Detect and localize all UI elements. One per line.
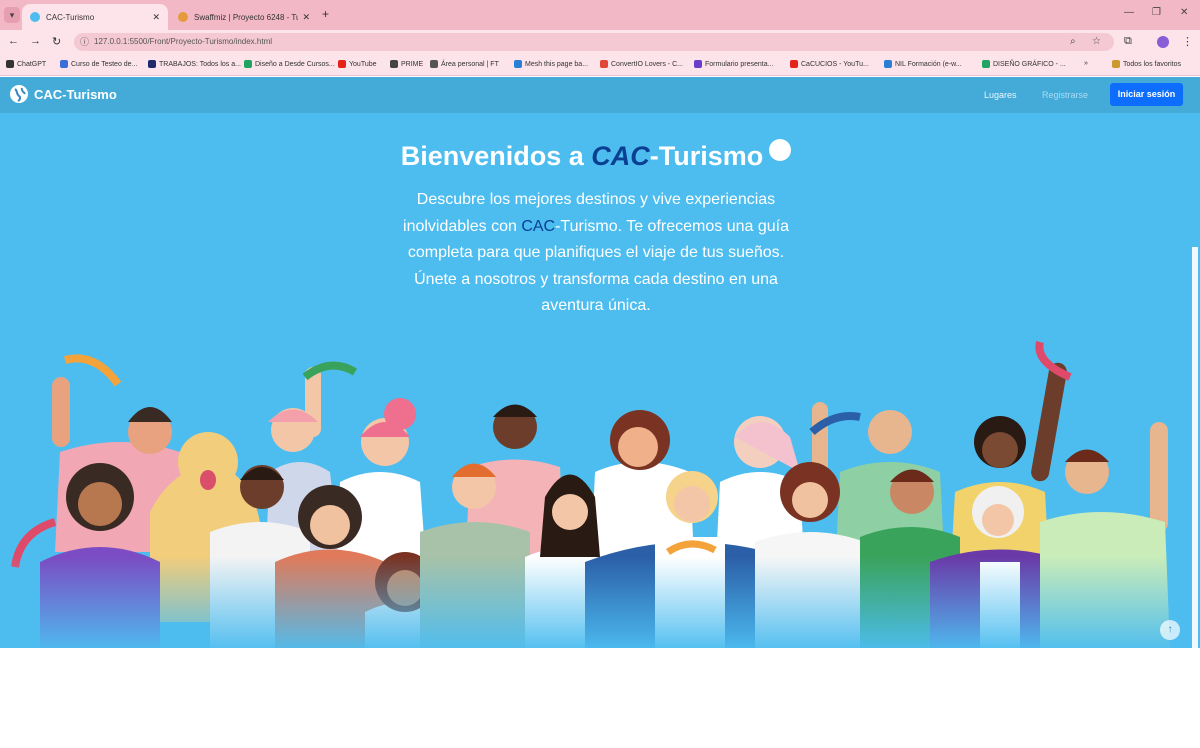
site-brand[interactable]: CAC-Turismo bbox=[10, 85, 117, 103]
bookmark-item[interactable]: NIL Formación (e-w... bbox=[884, 60, 962, 68]
brand-text: CAC-Turismo bbox=[34, 86, 117, 102]
globe-logo-icon bbox=[10, 85, 28, 103]
zoom-icon[interactable]: ⌕ bbox=[1070, 33, 1076, 51]
website-viewport: CAC-Turismo Lugares Registrarse Iniciar … bbox=[0, 77, 1200, 648]
bookmark-item[interactable]: Mesh this page ba... bbox=[514, 60, 588, 68]
profile-avatar[interactable] bbox=[1157, 36, 1169, 48]
bookmark-item[interactable]: ConvertIO Lovers - C... bbox=[600, 60, 683, 68]
reload-icon[interactable]: ↻ bbox=[52, 35, 61, 48]
login-button[interactable]: Iniciar sesión bbox=[1110, 83, 1183, 106]
bookmark-favicon-icon bbox=[514, 60, 522, 68]
bookmark-favicon-icon bbox=[390, 60, 398, 68]
bookmark-label: ChatGPT bbox=[17, 60, 47, 68]
all-bookmarks-folder[interactable]: Todos los favoritos bbox=[1112, 60, 1181, 68]
bookmark-favicon-icon bbox=[430, 60, 438, 68]
bookmark-item[interactable]: Curso de Testeo de... bbox=[60, 60, 137, 68]
bookmark-favicon-icon bbox=[982, 60, 990, 68]
all-bookmarks-label: Todos los favoritos bbox=[1123, 60, 1181, 68]
maximize-icon[interactable]: ❐ bbox=[1152, 7, 1161, 18]
bookmark-label: NIL Formación (e-w... bbox=[895, 60, 962, 68]
tab-swaffmiz[interactable]: Swaffmiz | Proyecto 6248 - Turi ✕ bbox=[170, 4, 318, 30]
crowd-illustration bbox=[0, 322, 1200, 648]
bookmark-item[interactable]: ChatGPT bbox=[6, 60, 46, 68]
close-tab-icon[interactable]: ✕ bbox=[302, 12, 310, 23]
favicon-icon bbox=[30, 12, 40, 22]
tab-cac-turismo[interactable]: CAC-Turismo ✕ bbox=[22, 4, 168, 30]
bookmark-label: TRABAJOS: Todos los a... bbox=[159, 60, 241, 68]
address-bar-row: ← → ↻ ⓘ 127.0.0.1:5500/Front/Proyecto-Tu… bbox=[0, 30, 1200, 54]
bookmark-item[interactable]: PRIME bbox=[390, 60, 423, 68]
bookmarks-bar: ChatGPT Curso de Testeo de... TRABAJOS: To… bbox=[0, 54, 1200, 76]
url-input[interactable]: ⓘ 127.0.0.1:5500/Front/Proyecto-Turismo/… bbox=[74, 33, 1114, 51]
tab-title: Swaffmiz | Proyecto 6248 - Turi bbox=[194, 12, 299, 22]
tab-search-icon[interactable]: ▾ bbox=[4, 7, 20, 23]
extensions-icon[interactable]: ⧉ bbox=[1124, 35, 1132, 48]
favicon-icon bbox=[178, 12, 188, 22]
tab-title: CAC-Turismo bbox=[46, 12, 95, 22]
bookmark-favicon-icon bbox=[600, 60, 608, 68]
bookmark-label: DISEÑO GRÁFICO - ... bbox=[993, 60, 1066, 68]
bookmark-item[interactable]: Diseño a Desde Cursos... bbox=[244, 60, 335, 68]
minimize-icon[interactable]: — bbox=[1124, 7, 1134, 18]
bookmark-favicon-icon bbox=[244, 60, 252, 68]
url-text: 127.0.0.1:5500/Front/Proyecto-Turismo/in… bbox=[94, 37, 273, 46]
bookmark-label: Mesh this page ba... bbox=[525, 60, 589, 68]
hero-title-post: -Turismo bbox=[649, 141, 764, 171]
close-window-icon[interactable]: ✕ bbox=[1180, 7, 1188, 18]
bookmark-star-icon[interactable]: ☆ bbox=[1092, 33, 1101, 51]
bookmark-label: YouTube bbox=[349, 60, 377, 68]
globe-icon bbox=[769, 139, 792, 161]
bookmark-item[interactable]: DISEÑO GRÁFICO - ... bbox=[982, 60, 1066, 68]
bookmark-favicon-icon bbox=[60, 60, 68, 68]
hero-text-accent: CAC bbox=[521, 217, 556, 235]
hero-description: Descubre los mejores destinos y vive exp… bbox=[396, 187, 796, 320]
hero-title: Bienvenidos a CAC-Turismo bbox=[0, 139, 1192, 172]
bookmark-label: CaCUCIOS - YouTu... bbox=[801, 60, 869, 68]
bookmark-favicon-icon bbox=[884, 60, 892, 68]
menu-icon[interactable]: ⋮ bbox=[1182, 35, 1193, 48]
close-tab-icon[interactable]: ✕ bbox=[152, 12, 160, 23]
bookmark-item[interactable]: CaCUCIOS - YouTu... bbox=[790, 60, 869, 68]
bookmark-label: Diseño a Desde Cursos... bbox=[255, 60, 335, 68]
bookmark-item[interactable]: TRABAJOS: Todos los a... bbox=[148, 60, 241, 68]
bookmark-label: Curso de Testeo de... bbox=[71, 60, 138, 68]
bookmark-favicon-icon bbox=[148, 60, 156, 68]
hero-title-accent: CAC bbox=[591, 141, 650, 171]
bookmark-label: ConvertIO Lovers - C... bbox=[611, 60, 683, 68]
bookmark-favicon-icon bbox=[6, 60, 14, 68]
bookmark-item[interactable]: Área personal | FT bbox=[430, 60, 499, 68]
bookmark-label: Área personal | FT bbox=[441, 60, 499, 68]
bookmark-item[interactable]: Formulario presenta... bbox=[694, 60, 773, 68]
bookmarks-overflow-icon[interactable]: » bbox=[1084, 60, 1088, 67]
scrollbar[interactable] bbox=[1192, 247, 1198, 648]
site-info-icon[interactable]: ⓘ bbox=[80, 33, 89, 51]
new-tab-icon[interactable]: + bbox=[322, 7, 329, 21]
bookmark-item[interactable]: YouTube bbox=[338, 60, 377, 68]
bookmark-favicon-icon bbox=[694, 60, 702, 68]
hero-title-pre: Bienvenidos a bbox=[400, 141, 592, 171]
nav-registrarse-link[interactable]: Registrarse bbox=[1042, 90, 1088, 100]
bookmark-label: PRIME bbox=[401, 60, 424, 68]
scroll-top-icon[interactable]: ↑ bbox=[1160, 620, 1180, 640]
bookmark-favicon-icon bbox=[790, 60, 798, 68]
folder-icon bbox=[1112, 60, 1120, 68]
back-icon[interactable]: ← bbox=[8, 35, 19, 47]
browser-tab-bar: ▾ CAC-Turismo ✕ Swaffmiz | Proyecto 6248… bbox=[0, 0, 1200, 30]
bookmark-favicon-icon bbox=[338, 60, 346, 68]
bookmark-label: Formulario presenta... bbox=[705, 60, 774, 68]
nav-lugares-link[interactable]: Lugares bbox=[984, 90, 1017, 100]
forward-icon[interactable]: → bbox=[30, 35, 41, 47]
site-navbar: CAC-Turismo Lugares Registrarse Iniciar … bbox=[0, 77, 1200, 113]
